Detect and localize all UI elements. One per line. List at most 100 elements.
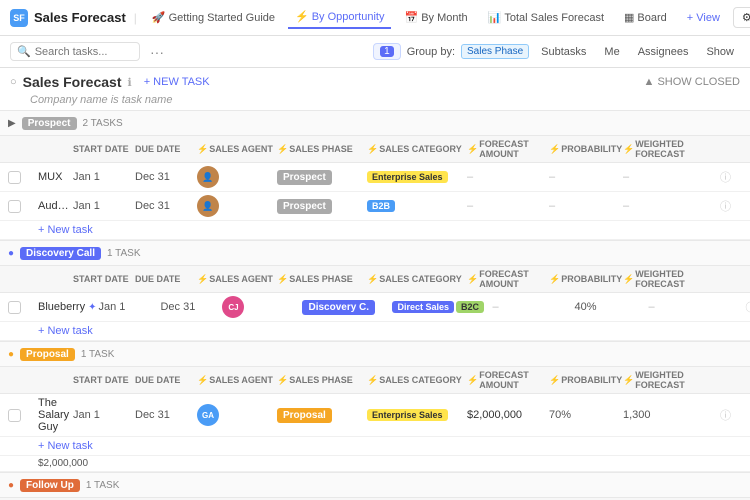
row-info-icon[interactable]: ⓘ: [745, 299, 750, 315]
table-row: The Salary Guy Jan 1 Dec 31 GA Proposal …: [0, 394, 750, 437]
probability: 70%: [549, 409, 621, 421]
new-task-button[interactable]: + NEW TASK: [138, 74, 216, 90]
phase-badge: Proposal: [277, 408, 365, 423]
tab-add-view[interactable]: + View: [680, 8, 727, 28]
probability: 40%: [574, 301, 646, 313]
group-badge-proposal: Proposal: [20, 348, 75, 361]
collapse-icon[interactable]: ○: [10, 76, 17, 88]
task-name[interactable]: MUX: [38, 171, 71, 183]
agent-avatar: GA: [197, 404, 219, 426]
search-input[interactable]: [35, 46, 133, 58]
month-icon: 📅: [404, 11, 418, 24]
sales-phase-filter[interactable]: Sales Phase: [461, 44, 529, 59]
phase-badge: Prospect: [277, 199, 365, 214]
row-info-icon[interactable]: ⓘ: [720, 198, 742, 214]
search-container: 🔍: [10, 42, 140, 61]
tab-total[interactable]: 📊 Total Sales Forecast: [481, 7, 611, 28]
task-name[interactable]: The Salary Guy: [38, 397, 71, 433]
forecast-amount: –: [467, 200, 547, 212]
group-header-proposal[interactable]: ● Proposal 1 TASK: [0, 341, 750, 367]
due-date: Dec 31: [135, 171, 195, 183]
forecast-amount: –: [492, 301, 572, 313]
opportunity-icon: ⚡: [295, 10, 309, 23]
due-date: Dec 31: [160, 301, 220, 313]
automate-button[interactable]: ⚙ Automate ▾: [733, 7, 750, 28]
row-info-icon[interactable]: ⓘ: [720, 169, 742, 185]
col-prob: ⚡ PROBABILITY: [549, 144, 621, 155]
forecast-amount: $2,000,000: [467, 409, 547, 421]
search-icon: 🔍: [17, 45, 31, 58]
categories: Enterprise Sales: [367, 171, 465, 183]
col-agent: ⚡ SALES AGENT: [197, 144, 275, 155]
task-name[interactable]: Audible: [38, 200, 71, 212]
toggle-proposal-icon: ●: [8, 349, 14, 360]
row-checkbox[interactable]: [8, 301, 21, 314]
group-prospect: ▶ Prospect 2 TASKS START DATE DUE DATE ⚡…: [0, 110, 750, 240]
group-header-followup[interactable]: ● Follow Up 1 TASK: [0, 472, 750, 498]
company-hint: Company name is task name: [0, 92, 750, 110]
start-date: Jan 1: [73, 200, 133, 212]
table-row: MUX Jan 1 Dec 31 👤 Prospect Enterprise S…: [0, 163, 750, 192]
categories: Direct Sales B2C: [392, 301, 490, 313]
show-button[interactable]: Show: [700, 44, 740, 60]
filter-chip[interactable]: 1: [373, 43, 401, 60]
filter-count: 1: [380, 46, 394, 57]
weighted-forecast: –: [648, 301, 743, 313]
add-task-row[interactable]: + New task: [0, 221, 750, 240]
app-icon: SF: [10, 9, 28, 27]
group-task-count-discovery: 1 TASK: [107, 248, 141, 259]
row-checkbox[interactable]: [8, 200, 21, 213]
info-icon[interactable]: ℹ: [128, 76, 132, 89]
categories: Enterprise Sales: [367, 409, 465, 421]
show-closed-button[interactable]: ▲ SHOW CLOSED: [644, 76, 740, 88]
group-total-proposal: $2,000,000: [0, 456, 750, 472]
row-checkbox[interactable]: [8, 409, 21, 422]
forecast-amount: –: [467, 171, 547, 183]
group-proposal: ● Proposal 1 TASK START DATEDUE DATE ⚡ S…: [0, 341, 750, 472]
guide-icon: 🚀: [152, 11, 166, 24]
weighted-forecast: –: [623, 171, 718, 183]
main-content: ○ Sales Forecast ℹ + NEW TASK ▲ SHOW CLO…: [0, 68, 750, 500]
categories: B2B: [367, 200, 465, 212]
col-weighted: ⚡ WEIGHTED FORECAST: [623, 139, 718, 159]
phase-badge: Prospect: [277, 170, 365, 185]
probability: –: [549, 171, 621, 183]
subtasks-button[interactable]: Subtasks: [535, 44, 592, 60]
col-category: ⚡ SALES CATEGORY: [367, 144, 465, 155]
table-row: Audible Jan 1 Dec 31 👤 Prospect B2B – – …: [0, 192, 750, 221]
toggle-prospect-icon: ▶: [8, 118, 16, 129]
row-info-icon[interactable]: ⓘ: [720, 407, 742, 423]
table-row: Blueberry ✦ Jan 1 Dec 31 CJ Discovery C.…: [0, 293, 750, 322]
group-header-discovery[interactable]: ● Discovery Call 1 TASK: [0, 240, 750, 266]
add-task-row[interactable]: + New task: [0, 437, 750, 456]
toggle-followup-icon: ●: [8, 480, 14, 491]
group-task-count-prospect: 2 TASKS: [83, 118, 123, 129]
page-title: Sales Forecast: [23, 74, 122, 90]
nav-title: Sales Forecast: [34, 10, 126, 25]
me-button[interactable]: Me: [598, 44, 625, 60]
add-task-row[interactable]: + New task: [0, 322, 750, 341]
row-checkbox[interactable]: [8, 171, 21, 184]
tab-board[interactable]: ▦ Board: [617, 7, 674, 28]
start-date: Jan 1: [73, 409, 133, 421]
assignees-button[interactable]: Assignees: [632, 44, 695, 60]
more-options-icon[interactable]: ···: [146, 42, 168, 62]
col-due: DUE DATE: [135, 144, 195, 154]
group-task-count-proposal: 1 TASK: [81, 349, 115, 360]
tab-opportunity[interactable]: ⚡ By Opportunity: [288, 6, 391, 29]
start-date: Jan 1: [73, 171, 133, 183]
group-badge-followup: Follow Up: [20, 479, 80, 492]
task-name[interactable]: Blueberry ✦: [38, 301, 96, 313]
weighted-forecast: –: [623, 200, 718, 212]
group-header-prospect[interactable]: ▶ Prospect 2 TASKS: [0, 110, 750, 136]
due-date: Dec 31: [135, 409, 195, 421]
due-date: Dec 31: [135, 200, 195, 212]
tab-guide[interactable]: 🚀 Getting Started Guide: [145, 7, 282, 28]
col-phase: ⚡ SALES PHASE: [277, 144, 365, 155]
automate-icon: ⚙: [742, 11, 750, 24]
agent-avatar: 👤: [197, 166, 219, 188]
verified-icon: ✦: [88, 302, 96, 313]
group-badge-discovery: Discovery Call: [20, 247, 101, 260]
group-badge-prospect: Prospect: [22, 117, 77, 130]
tab-month[interactable]: 📅 By Month: [397, 7, 474, 28]
